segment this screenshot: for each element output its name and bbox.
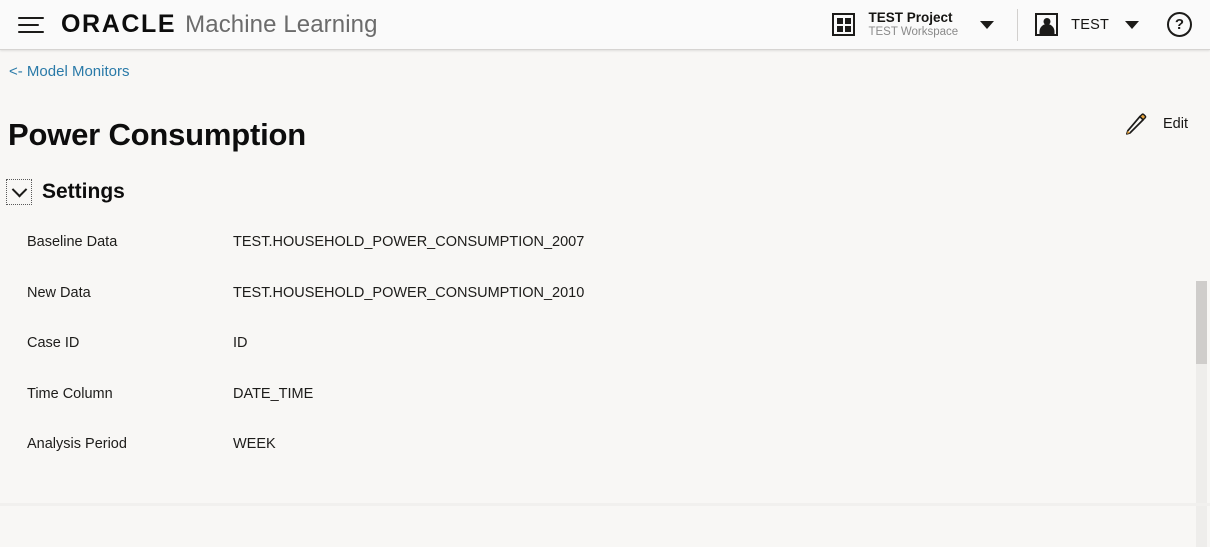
setting-value: WEEK xyxy=(233,436,276,452)
setting-value: ID xyxy=(233,335,248,351)
header-divider xyxy=(1017,8,1019,41)
brand-oracle-text: ORACLE xyxy=(61,10,177,38)
setting-label: Baseline Data xyxy=(27,234,118,250)
edit-label: Edit xyxy=(1163,116,1188,132)
edit-button[interactable]: Edit xyxy=(1123,111,1188,137)
breadcrumb-model-monitors-link[interactable]: <- Model Monitors xyxy=(9,63,129,80)
user-name: TEST xyxy=(1071,16,1109,33)
project-info: TEST Project TEST Workspace xyxy=(868,10,958,40)
caret-down-icon[interactable] xyxy=(1125,20,1139,29)
settings-row: Time Column DATE_TIME xyxy=(0,386,1175,437)
scrollbar-thumb[interactable] xyxy=(1196,281,1207,364)
setting-label: Time Column xyxy=(27,385,113,402)
brand-logo[interactable]: ORACLE Machine Learning xyxy=(61,10,378,39)
chevron-down-icon[interactable] xyxy=(6,179,32,205)
hamburger-menu-icon[interactable] xyxy=(17,8,51,42)
settings-row: Baseline Data TEST.HOUSEHOLD_POWER_CONSU… xyxy=(0,234,1175,285)
user-avatar-icon xyxy=(1035,13,1059,36)
setting-value: DATE_TIME xyxy=(233,385,314,402)
settings-row: Analysis Period WEEK xyxy=(0,436,1175,487)
hamburger-line xyxy=(18,30,44,33)
caret-down-icon[interactable] xyxy=(980,20,995,29)
brand-product-text: Machine Learning xyxy=(185,11,378,38)
setting-label: New Data xyxy=(27,284,91,301)
setting-value: TEST.HOUSEHOLD_POWER_CONSUMPTION_2010 xyxy=(233,284,585,301)
project-workspace: TEST Workspace xyxy=(868,26,959,39)
setting-value: TEST.HOUSEHOLD_POWER_CONSUMPTION_2007 xyxy=(233,234,585,250)
setting-label: Case ID xyxy=(27,335,80,351)
settings-row: New Data TEST.HOUSEHOLD_POWER_CONSUMPTIO… xyxy=(0,285,1175,336)
setting-label: Analysis Period xyxy=(27,436,127,452)
help-question-icon[interactable]: ? xyxy=(1167,12,1192,37)
settings-row: Case ID ID xyxy=(0,335,1175,386)
settings-list: Baseline Data TEST.HOUSEHOLD_POWER_CONSU… xyxy=(0,234,1175,487)
app-header: ORACLE Machine Learning TEST Project TES… xyxy=(0,0,1210,50)
page-title: Power Consumption xyxy=(8,117,306,152)
header-actions: TEST Project TEST Workspace TEST ? xyxy=(828,0,1210,50)
settings-section-header: Settings xyxy=(6,179,125,205)
pencil-edit-icon xyxy=(1126,113,1147,135)
page-content: <- Model Monitors Power Consumption Edit… xyxy=(0,51,1210,547)
project-switcher[interactable]: TEST Project TEST Workspace xyxy=(828,0,1000,50)
grid-apps-icon xyxy=(832,13,856,36)
hamburger-line xyxy=(18,23,39,26)
user-menu[interactable]: TEST xyxy=(1035,0,1139,50)
hamburger-line xyxy=(18,16,44,19)
settings-title: Settings xyxy=(42,180,125,203)
vertical-scrollbar[interactable] xyxy=(1196,281,1207,547)
project-name: TEST Project xyxy=(868,9,953,25)
